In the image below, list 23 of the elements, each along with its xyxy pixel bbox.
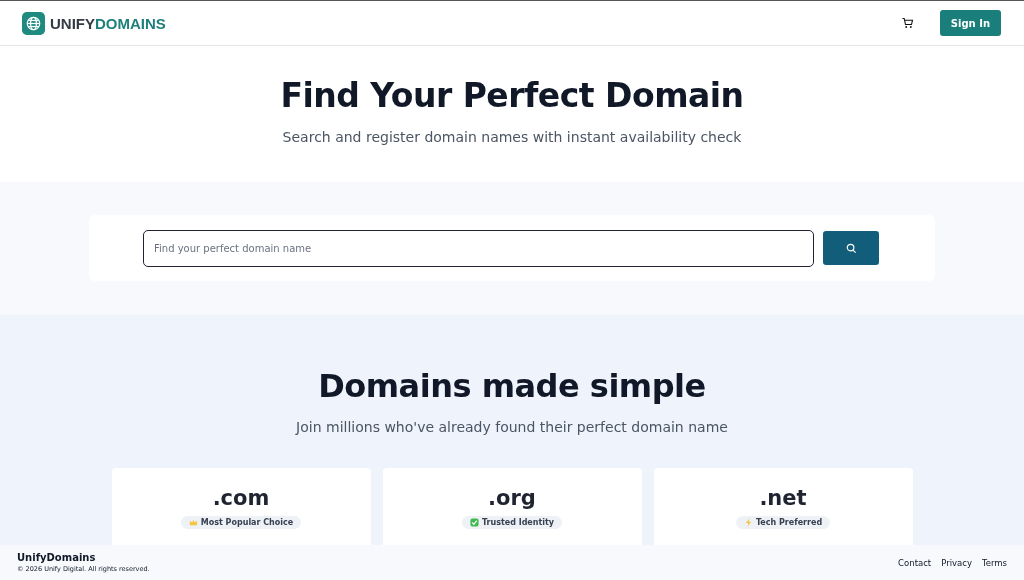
section-subtitle: Join millions who've already found their perfect domain name <box>296 419 728 435</box>
section-title: Domains made simple <box>318 367 706 405</box>
lightning-icon <box>743 518 753 527</box>
brand-logo-text[interactable]: UNIFYDOMAINS <box>50 14 166 32</box>
search-icon <box>845 242 857 254</box>
badge-label: Trusted Identity <box>481 518 555 527</box>
badge-label: Tech Preferred <box>755 518 823 527</box>
domain-extension: .net <box>759 486 807 510</box>
globe-logo-icon <box>22 11 45 35</box>
cart-icon[interactable] <box>901 17 914 29</box>
check-icon <box>469 518 479 527</box>
domain-search-field[interactable]: Find your perfect domain name <box>143 229 814 267</box>
footer-brand: UnifyDomains <box>17 552 97 563</box>
badge-label: Most Popular Choice <box>200 518 294 527</box>
crown-icon <box>188 518 198 527</box>
hero-subtitle: Search and register domain names with instant availability check <box>282 129 742 145</box>
footer-link[interactable]: Contact <box>898 557 932 568</box>
footer-link[interactable]: Terms <box>981 557 1007 568</box>
sign-in-button[interactable]: Sign In <box>939 10 1001 36</box>
domain-extension: .org <box>488 486 536 510</box>
domain-extension: .com <box>212 486 270 510</box>
footer-link[interactable]: Privacy <box>941 557 972 568</box>
hero-title: Find Your Perfect Domain <box>280 76 744 115</box>
